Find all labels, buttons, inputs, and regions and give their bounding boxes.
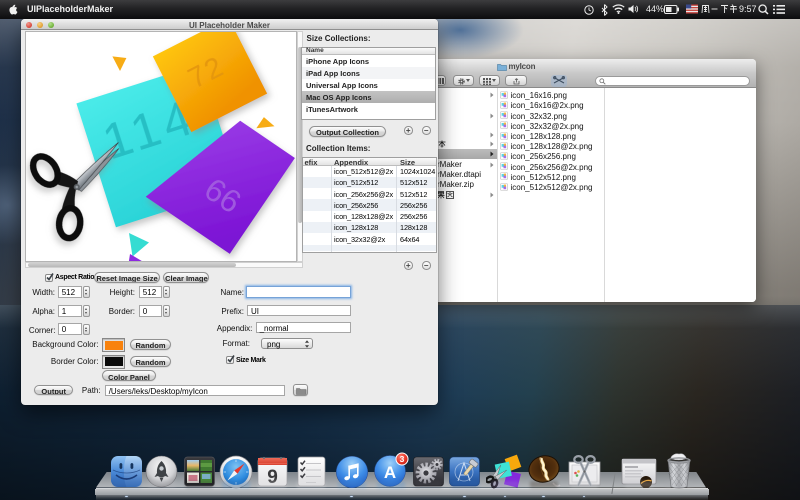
- svg-text:A: A: [384, 463, 396, 482]
- svg-text:3: 3: [400, 454, 405, 464]
